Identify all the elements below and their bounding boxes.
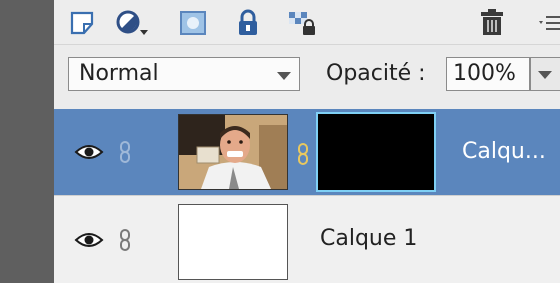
panel-menu-icon[interactable] [538,10,560,36]
layers-toolbar [54,0,560,44]
lock-transparency-icon[interactable] [286,10,318,36]
layer-row-selected[interactable]: Calqu... [54,109,560,195]
left-panel-strip [0,0,54,283]
layer-thumbnail[interactable] [178,204,288,280]
fill-adjustment-icon[interactable] [114,10,152,36]
add-mask-icon[interactable] [178,10,208,36]
layer-thumbnail-photo[interactable] [178,114,288,190]
new-layer-icon[interactable] [66,10,100,36]
mask-link-icon[interactable] [297,143,309,165]
opacity-value: 100% [453,61,516,86]
layer-row[interactable]: Calque 1 [54,195,560,283]
layer-name[interactable]: Calque 1 [320,226,417,251]
opacity-label: Opacité : [326,61,426,86]
blend-opacity-row: Normal Opacité : 100% [54,44,560,109]
lock-all-icon[interactable] [234,9,262,36]
blend-mode-value: Normal [79,61,159,86]
layer-mask-thumbnail[interactable] [316,112,436,192]
opacity-input[interactable]: 100% [446,57,530,91]
opacity-dropdown-button[interactable] [530,57,560,91]
layers-panel: Normal Opacité : 100% Calqu... Calque 1 [54,0,560,283]
link-icon[interactable] [118,141,132,163]
trash-icon[interactable] [478,9,506,36]
eye-icon[interactable] [74,230,104,250]
chevron-down-icon [538,71,552,79]
blend-mode-select[interactable]: Normal [68,57,300,91]
layer-name[interactable]: Calqu... [462,139,546,164]
chevron-down-icon [277,72,291,80]
eye-icon[interactable] [74,142,104,162]
link-icon[interactable] [118,229,132,251]
